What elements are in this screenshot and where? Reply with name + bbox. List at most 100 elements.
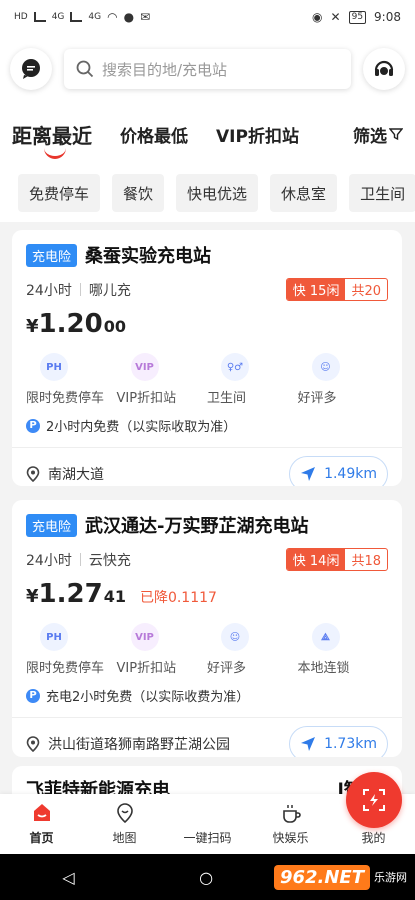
feature-label: 限时免费停车 xyxy=(26,661,105,676)
currency-symbol: ¥ xyxy=(26,316,39,337)
feature-label: 限时免费停车 xyxy=(26,391,105,406)
separator xyxy=(79,553,81,566)
hours: 24小时 xyxy=(26,282,72,299)
watermark-logo: 962.NET xyxy=(273,864,370,890)
customer-service-button[interactable] xyxy=(363,48,405,90)
hours: 24小时 xyxy=(26,552,72,569)
mute-icon: ✕ xyxy=(330,10,341,24)
bottom-nav: 首页 地图 一键扫码 快娱乐 我的 xyxy=(0,772,415,854)
meta-row: 24小时 云快充 快 14闲 共18 xyxy=(12,538,402,571)
station-card[interactable]: 充电险 桑蚕实验充电站 24小时 哪儿充 快 15闲 共20 ¥ 1.20 00… xyxy=(12,230,402,486)
nav-label: 快娱乐 xyxy=(272,831,309,845)
chip-quick-select[interactable]: 快电优选 xyxy=(176,174,259,212)
station-name: 武汉通达-万实野芷湖充电站 xyxy=(85,516,309,537)
feature-label: 卫生间 xyxy=(207,391,247,406)
nav-label: 地图 xyxy=(112,831,137,845)
feature-label: 好评多 xyxy=(297,391,337,406)
status-left: HD 4G 4G ◠ ● ✉ xyxy=(14,10,312,24)
nav-entertainment[interactable]: 快娱乐 xyxy=(249,802,332,846)
vip-icon: VIP xyxy=(130,353,159,381)
feature-row: PH 限时免费停车 VIP VIP折扣站 ♀♂ 卫生间 ☺ 好评多 xyxy=(12,339,402,406)
parking-icon: PH xyxy=(40,623,68,651)
feature-item: VIP VIP折扣站 xyxy=(117,353,208,406)
chip-lounge[interactable]: 休息室 xyxy=(270,174,338,212)
distance: 1.73km xyxy=(324,736,377,752)
home-circle-icon[interactable]: ○ xyxy=(199,868,213,887)
message-button[interactable] xyxy=(10,48,52,90)
price-main: 1.20 xyxy=(38,309,103,339)
feature-row: PH 限时免费停车 VIP VIP折扣站 ☺ 好评多 ⟁ 本地连锁 xyxy=(12,609,402,676)
feature-item: PH 限时免费停车 xyxy=(26,623,117,676)
nav-home[interactable]: 首页 xyxy=(0,802,83,846)
nav-label: 一键扫码 xyxy=(183,831,232,845)
map-pin-icon xyxy=(116,803,133,824)
price-row: ¥ 1.27 41 已降0.1117 xyxy=(12,571,402,609)
filter-button[interactable]: 筛选 xyxy=(353,122,403,147)
vip-icon: VIP xyxy=(130,623,159,651)
search-input[interactable]: 搜索目的地/充电站 xyxy=(64,49,351,89)
filter-label: 筛选 xyxy=(353,126,387,147)
chip-free-parking[interactable]: 免费停车 xyxy=(18,174,101,212)
quick-filter-chips: 免费停车 餐饮 快电优选 休息室 卫生间 xyxy=(0,164,415,222)
total-chargers: 共20 xyxy=(351,284,381,299)
scan-button[interactable] xyxy=(346,772,402,828)
search-icon xyxy=(76,60,94,78)
headset-icon xyxy=(374,60,394,76)
feature-item: ⟁ 本地连锁 xyxy=(298,623,389,676)
price-main: 1.27 xyxy=(38,579,103,609)
chat-bubble-icon xyxy=(22,59,40,79)
network-4g-label: 4G xyxy=(51,12,65,22)
sort-tabs: 距离最近 价格最低 VIP折扣站 筛选 xyxy=(0,104,415,164)
availability-badge: 快 14闲 共18 xyxy=(285,548,388,571)
coffee-cup-icon xyxy=(282,805,301,823)
status-bar: HD 4G 4G ◠ ● ✉ ◉ ✕ 95 9:08 xyxy=(0,0,415,34)
availability-badge: 快 15闲 共20 xyxy=(285,278,388,301)
feature-label: VIP折扣站 xyxy=(116,391,177,406)
back-icon[interactable]: ◁ xyxy=(62,868,74,887)
price-fraction: 00 xyxy=(103,317,126,336)
wifi-icon: ◠ xyxy=(107,10,118,24)
parking-badge-icon: P xyxy=(26,418,40,433)
fast-available: 快 15闲 xyxy=(286,279,346,300)
navigate-button[interactable]: 1.73km xyxy=(289,726,388,757)
station-name: 桑蚕实验充电站 xyxy=(85,246,212,267)
tab-nearest[interactable]: 距离最近 xyxy=(12,120,92,159)
fast-available: 快 14闲 xyxy=(286,549,346,570)
smile-icon: ☺ xyxy=(311,353,340,381)
parking-badge-icon: P xyxy=(26,688,40,703)
chain-icon: ⟁ xyxy=(311,623,340,651)
address-row: 南湖大道 1.49km xyxy=(12,448,402,486)
parking-note: 2小时内免费（以实际收取为准） xyxy=(46,420,237,435)
discount-label: 已降0.1117 xyxy=(139,590,217,606)
distance: 1.49km xyxy=(324,466,377,482)
navigation-arrow-icon xyxy=(301,737,316,751)
home-icon xyxy=(33,804,50,821)
tab-vip-discount[interactable]: VIP折扣站 xyxy=(216,122,299,147)
nav-label: 我的 xyxy=(361,831,386,845)
navigation-arrow-icon xyxy=(301,467,316,481)
network-4g-label-2: 4G xyxy=(88,12,102,22)
feature-label: 本地连锁 xyxy=(297,661,350,676)
feature-item: ☺ 好评多 xyxy=(298,353,389,406)
navigate-button[interactable]: 1.49km xyxy=(289,456,388,486)
signal-icon xyxy=(33,12,46,22)
operator: 哪儿充 xyxy=(88,282,131,299)
tab-lowest-price[interactable]: 价格最低 xyxy=(120,122,188,147)
chip-restroom[interactable]: 卫生间 xyxy=(349,174,415,212)
separator xyxy=(79,283,81,296)
feature-label: VIP折扣站 xyxy=(116,661,177,676)
address-row: 洪山街道珞狮南路野芷湖公园 1.73km xyxy=(12,718,402,757)
feature-item: ♀♂ 卫生间 xyxy=(207,353,298,406)
location-pin-icon xyxy=(26,736,40,752)
insurance-tag: 充电险 xyxy=(26,513,78,537)
parking-icon: PH xyxy=(40,353,68,381)
app-notification-icon: ● xyxy=(123,10,135,24)
station-card[interactable]: 充电险 武汉通达-万实野芷湖充电站 24小时 云快充 快 14闲 共18 ¥ 1… xyxy=(12,500,402,757)
nav-scan[interactable]: 一键扫码 xyxy=(166,772,402,846)
insurance-tag: 充电险 xyxy=(26,243,78,267)
nav-map[interactable]: 地图 xyxy=(83,802,166,846)
price-row: ¥ 1.20 00 xyxy=(12,301,402,339)
chip-dining[interactable]: 餐饮 xyxy=(112,174,165,212)
total-chargers: 共18 xyxy=(351,554,381,569)
battery-icon: 95 xyxy=(348,10,367,24)
